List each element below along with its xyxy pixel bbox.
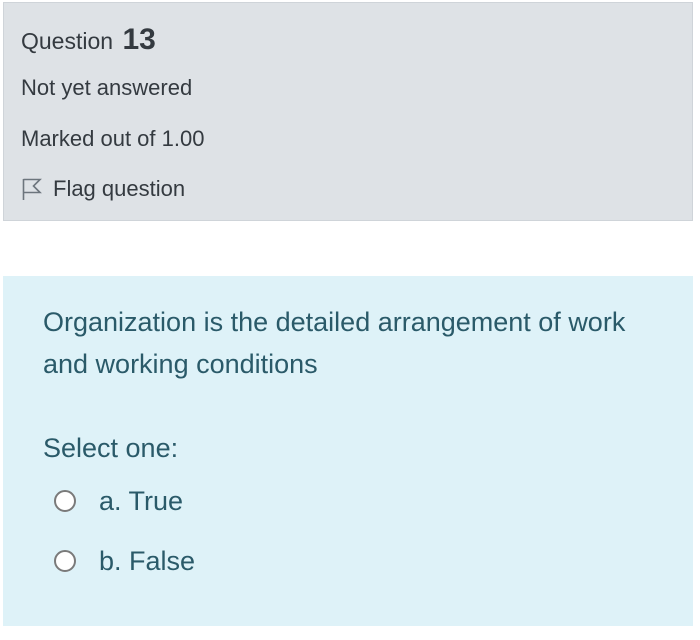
radio-button-false[interactable] <box>54 550 76 572</box>
question-marks: Marked out of 1.00 <box>21 126 205 151</box>
answer-label-true: a. True <box>99 486 184 516</box>
question-info-panel: Question 13 Not yet answered Marked out … <box>3 2 693 221</box>
answer-label-false: b. False <box>99 546 196 576</box>
flag-question-link[interactable]: Flag question <box>21 175 185 203</box>
answer-option-true[interactable]: a. True <box>54 484 183 518</box>
flag-icon <box>21 177 53 201</box>
question-text: Organization is the detailed arrangement… <box>43 307 626 379</box>
question-content-panel: Organization is the detailed arrangement… <box>3 276 693 626</box>
answer-option-false[interactable]: b. False <box>54 544 195 578</box>
question-word: Question <box>21 28 114 54</box>
flag-question-label: Flag question <box>53 176 186 201</box>
answer-status: Not yet answered <box>21 75 193 100</box>
radio-button-true[interactable] <box>54 490 76 512</box>
question-number: 13 <box>122 23 156 56</box>
select-one-prompt: Select one: <box>43 433 179 463</box>
question-heading: Question 13 <box>21 25 156 56</box>
